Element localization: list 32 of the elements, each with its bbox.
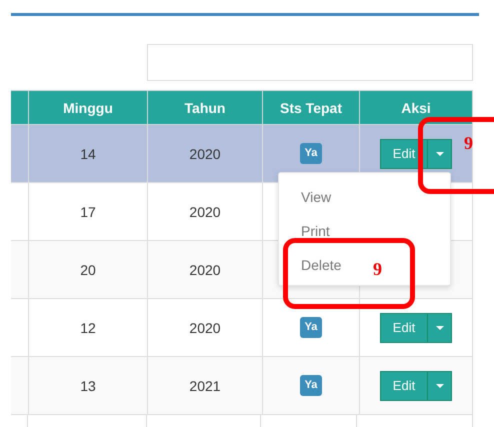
annotation-number: 9 [464, 133, 473, 154]
table-cell: 2020 [189, 262, 221, 278]
search-field[interactable] [147, 44, 473, 81]
table-row[interactable]: 12 2020 Ya Edit [11, 298, 472, 356]
table-cell: 14 [80, 146, 96, 162]
status-badge: Ya [300, 375, 322, 396]
column-header: Sts Tepat [262, 90, 360, 124]
table-cell: 2020 [189, 146, 221, 162]
caret-icon [436, 384, 444, 388]
table-cell: 2021 [189, 378, 221, 394]
status-badge: Ya [300, 317, 322, 338]
column-header: Minggu [28, 90, 148, 124]
table-cell: 2020 [189, 320, 221, 336]
edit-button[interactable]: Edit [380, 138, 428, 168]
table-cell: 13 [80, 378, 96, 394]
table-cell: 12 [80, 320, 96, 336]
status-badge: Ya [300, 143, 322, 164]
dropdown-toggle-button[interactable] [428, 138, 452, 168]
edit-button[interactable]: Edit [380, 312, 428, 342]
dropdown-toggle-button[interactable] [428, 312, 452, 342]
table-row[interactable]: 13 2021 Ya Edit [11, 356, 472, 414]
caret-icon [436, 326, 444, 330]
table-cell: 2020 [189, 204, 221, 220]
dropdown-toggle-button[interactable] [428, 370, 452, 400]
column-header: Aksi [360, 90, 472, 124]
edit-button[interactable]: Edit [380, 370, 428, 400]
menu-item[interactable]: View [279, 185, 361, 219]
table-cell: 17 [80, 204, 96, 220]
table-cell: 20 [80, 262, 96, 278]
caret-icon [436, 152, 444, 156]
column-header: Tahun [148, 90, 262, 124]
annotation-number: 9 [373, 259, 382, 280]
